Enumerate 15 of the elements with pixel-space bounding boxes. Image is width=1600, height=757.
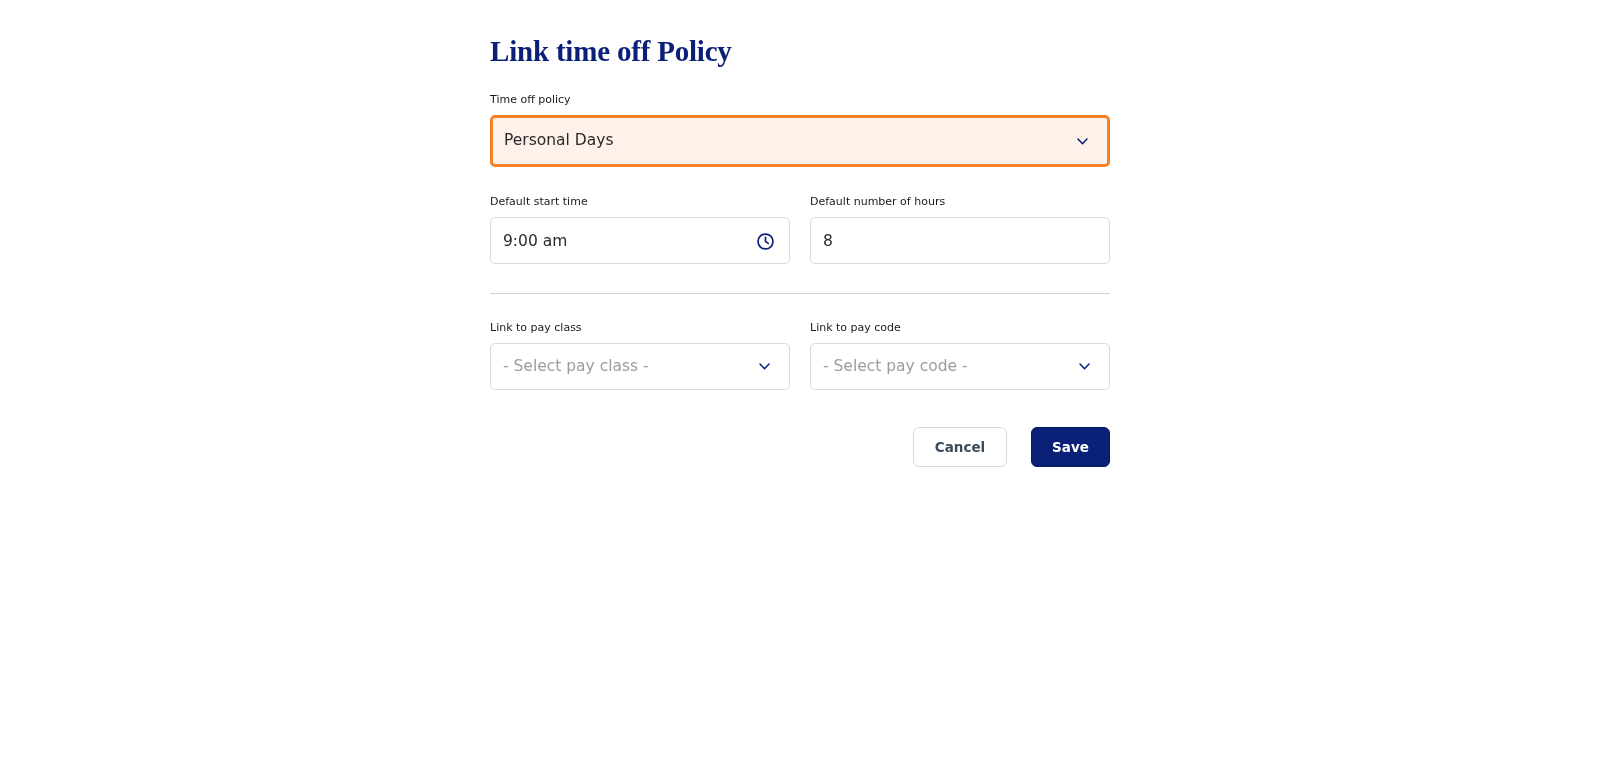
field-label: Default start time: [490, 194, 588, 210]
field-label: Time off policy: [490, 92, 571, 108]
page-title: Link time off Policy: [490, 34, 733, 69]
chevron-down-icon: [1079, 363, 1090, 370]
number-input-field[interactable]: 8: [810, 217, 1110, 264]
time-input-field[interactable]: 9:00 am: [490, 217, 790, 264]
clock-icon[interactable]: [757, 232, 774, 250]
field-label: Default number of hours: [810, 194, 946, 210]
field-label: Link to pay code: [810, 320, 901, 336]
dropdown-field[interactable]: Personal Days: [490, 115, 1110, 167]
field-label: Link to pay class: [490, 320, 582, 336]
cancel-button[interactable]: Cancel: [913, 427, 1007, 467]
chevron-down-icon: [759, 363, 770, 370]
save-button[interactable]: Save: [1031, 427, 1110, 467]
chevron-down-icon: [1077, 137, 1088, 145]
